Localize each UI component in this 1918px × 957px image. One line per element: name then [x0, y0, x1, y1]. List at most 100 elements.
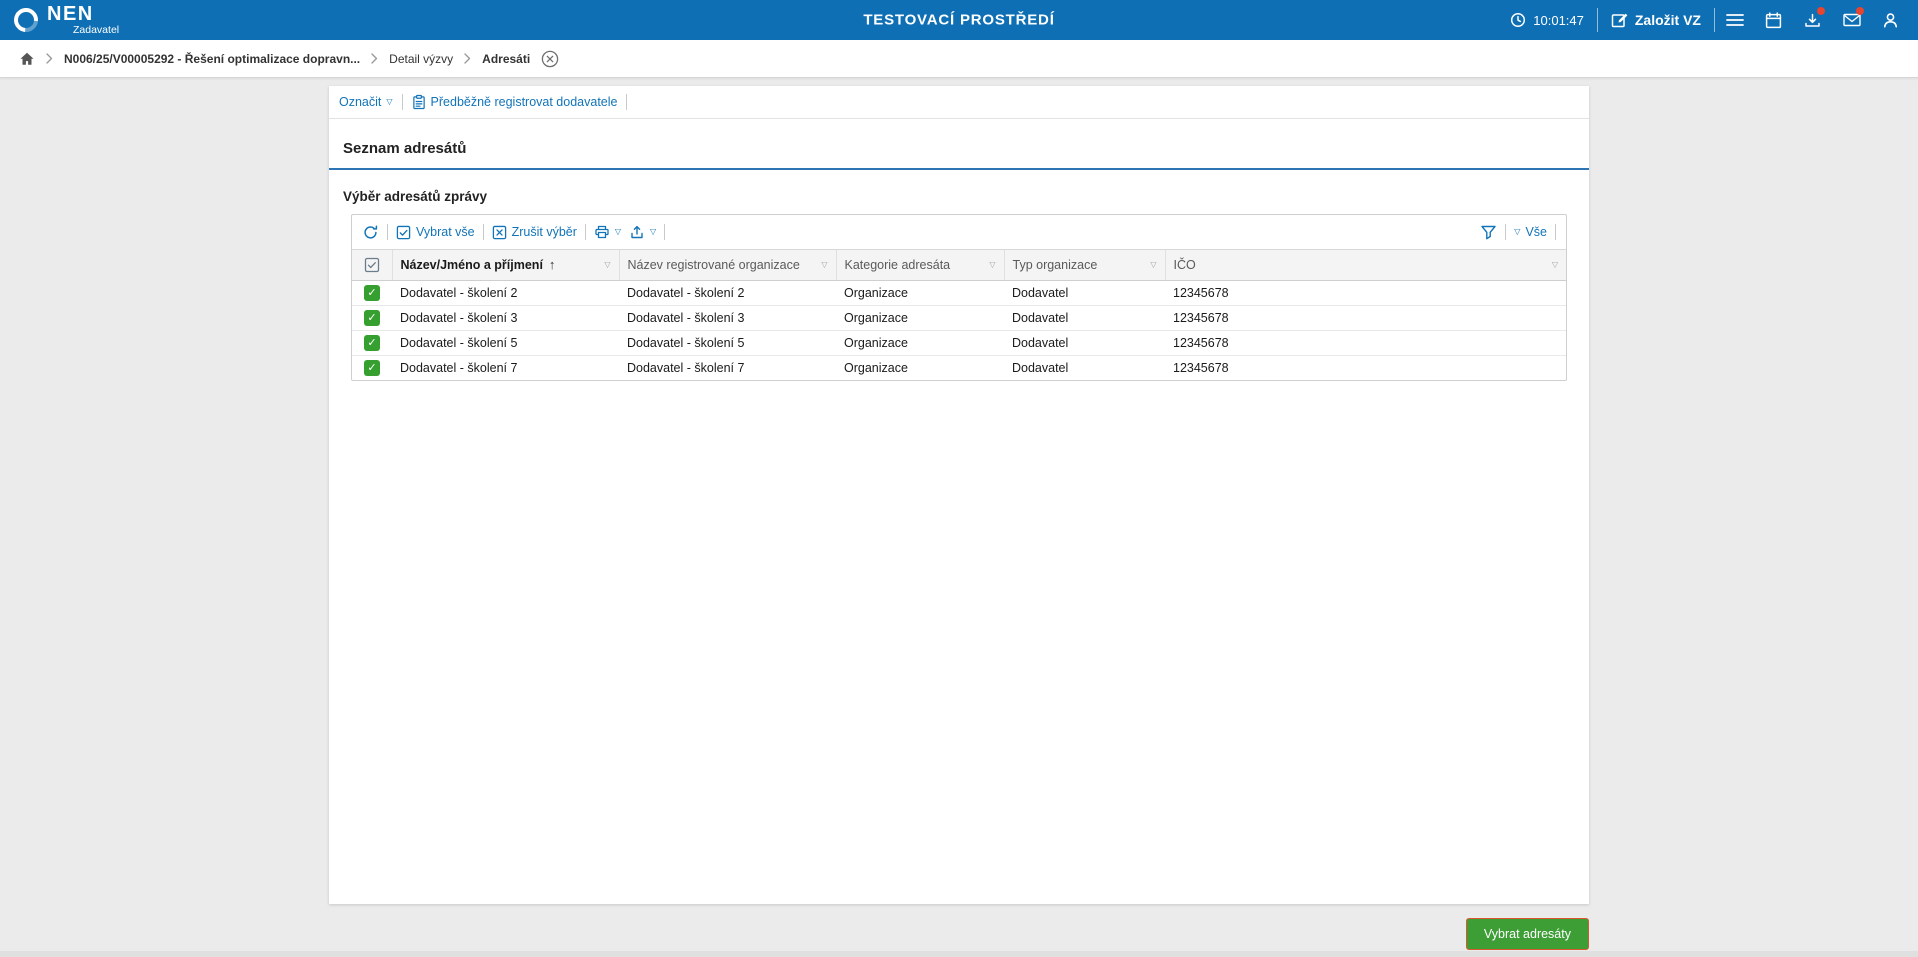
- check-icon: ✓: [367, 312, 377, 324]
- cell-org-type: Dodavatel: [1012, 360, 1069, 375]
- cell-org-type: Dodavatel: [1004, 280, 1165, 306]
- brand-name: NEN: [47, 3, 94, 26]
- select-recipients-button[interactable]: Vybrat adresáty: [1465, 918, 1589, 950]
- create-vz-button[interactable]: Založit VZ: [1598, 12, 1714, 29]
- main-panel: Označit ▽ Předběžně registrovat dodavate…: [329, 86, 1589, 904]
- preregister-supplier-button[interactable]: Předběžně registrovat dodavatele: [412, 94, 617, 110]
- column-header-org-type[interactable]: Typ organizace ▽: [1004, 250, 1166, 281]
- notification-badge: [1856, 7, 1864, 15]
- filter-caret-icon[interactable]: ▽: [989, 260, 995, 269]
- separator: [1505, 224, 1507, 240]
- cell-ico: 12345678: [1165, 330, 1566, 356]
- select-all-column-icon: [364, 257, 380, 273]
- nen-logo[interactable]: NEN Zadavatel: [9, 3, 119, 37]
- separator: [664, 224, 666, 240]
- column-label: IČO: [1173, 257, 1196, 272]
- mark-label: Označit: [339, 95, 382, 109]
- clear-selection-label: Zrušit výběr: [511, 225, 577, 239]
- row-checkbox[interactable]: ✓: [364, 334, 380, 351]
- refresh-button[interactable]: [362, 224, 379, 241]
- sort-ascending-icon: ↑: [548, 257, 556, 273]
- row-checkbox[interactable]: ✓: [364, 309, 380, 326]
- person-icon: [1882, 12, 1899, 29]
- mark-dropdown[interactable]: Označit ▽: [339, 95, 393, 109]
- cell-org-type: Dodavatel: [1004, 305, 1165, 331]
- filter-scope-dropdown[interactable]: ▽ Vše: [1514, 225, 1547, 239]
- cell-registered-org: Dodavatel - školení 5: [619, 330, 836, 356]
- envelope-icon: [1842, 13, 1861, 27]
- breadcrumb-item-procurement[interactable]: N006/25/V00005292 - Řešení optimalizace …: [64, 52, 360, 66]
- column-header-ico[interactable]: IČO ▽: [1165, 250, 1566, 281]
- chevron-right-icon: [464, 53, 471, 64]
- topbar-actions: 10:01:47 Založit VZ: [1497, 0, 1910, 40]
- calendar-button[interactable]: [1754, 0, 1793, 40]
- print-dropdown[interactable]: ▽: [594, 224, 621, 240]
- filter-caret-icon[interactable]: ▽: [821, 260, 827, 269]
- cell-ico: 12345678: [1165, 280, 1566, 306]
- clear-selection-button[interactable]: Zrušit výběr: [492, 225, 577, 240]
- cell-category: Organizace: [836, 280, 1004, 306]
- grid-toolbar: Vybrat vše Zrušit výběr ▽ ▽ ▽ Vše: [352, 215, 1566, 250]
- column-header-category[interactable]: Kategorie adresáta ▽: [836, 250, 1005, 281]
- chevron-down-icon: ▽: [650, 227, 657, 236]
- chevron-down-icon: ▽: [386, 97, 393, 106]
- select-all-button[interactable]: Vybrat vše: [396, 225, 475, 240]
- clock-icon: [1510, 12, 1526, 28]
- table-row[interactable]: ✓ Dodavatel - školení 7 Dodavatel - škol…: [352, 355, 1566, 380]
- column-header-select[interactable]: [352, 250, 393, 281]
- close-tab-icon[interactable]: [541, 50, 559, 68]
- home-icon[interactable]: [19, 51, 35, 67]
- breadcrumb-item-detail-vyzvy[interactable]: Detail výzvy: [389, 52, 453, 66]
- filter-caret-icon[interactable]: ▽: [1150, 260, 1156, 269]
- column-header-registered-org[interactable]: Název registrované organizace ▽: [619, 250, 837, 281]
- row-checkbox[interactable]: ✓: [364, 284, 380, 301]
- export-dropdown[interactable]: ▽: [629, 224, 656, 240]
- column-label: Název/Jméno a příjmení: [400, 257, 543, 272]
- cell-name: Dodavatel - školení 7: [400, 360, 518, 375]
- page-title: Seznam adresátů: [343, 140, 467, 157]
- breadcrumb-item-adresati[interactable]: Adresáti: [482, 52, 530, 66]
- column-label: Kategorie adresáta: [844, 257, 951, 272]
- column-label: Název registrované organizace: [627, 257, 800, 272]
- clipboard-icon: [412, 94, 426, 110]
- filter-caret-icon[interactable]: ▽: [1552, 260, 1558, 269]
- chevron-down-icon: ▽: [1514, 227, 1521, 236]
- messages-button[interactable]: [1832, 0, 1871, 40]
- separator: [1555, 224, 1556, 240]
- checkbox-cross-icon: [492, 225, 507, 240]
- recipients-table: Název/Jméno a příjmení ↑ ▽ Název registr…: [352, 250, 1566, 380]
- cell-org-type: Dodavatel: [1004, 330, 1165, 356]
- table-row[interactable]: ✓ Dodavatel - školení 3 Dodavatel - škol…: [352, 305, 1566, 331]
- edit-icon: [1611, 12, 1628, 29]
- separator: [401, 94, 403, 110]
- profile-button[interactable]: [1871, 0, 1910, 40]
- checkbox-checked-icon: [396, 225, 411, 240]
- filter-caret-icon[interactable]: ▽: [604, 260, 610, 269]
- downloads-button[interactable]: [1793, 0, 1832, 40]
- row-checkbox[interactable]: ✓: [364, 359, 380, 376]
- cell-name: Dodavatel - školení 3: [392, 305, 619, 331]
- topbar: NEN Zadavatel TESTOVACÍ PROSTŘEDÍ 10:01:…: [0, 0, 1918, 40]
- filter-button[interactable]: [1480, 224, 1497, 240]
- select-all-label: Vybrat vše: [416, 225, 475, 239]
- column-header-name[interactable]: Název/Jméno a příjmení ↑ ▽: [392, 250, 620, 281]
- session-time[interactable]: 10:01:47: [1497, 12, 1597, 28]
- check-icon: ✓: [367, 287, 377, 299]
- cell-registered-org: Dodavatel - školení 2: [619, 280, 836, 306]
- menu-button[interactable]: [1715, 0, 1754, 40]
- breadcrumb: N006/25/V00005292 - Řešení optimalizace …: [0, 40, 1918, 78]
- cell-category: Organizace: [836, 305, 1004, 331]
- table-row[interactable]: ✓ Dodavatel - školení 5 Dodavatel - škol…: [352, 330, 1566, 356]
- section-header: Seznam adresátů: [329, 119, 1589, 170]
- separator: [584, 224, 586, 240]
- bottom-strip: [0, 951, 1918, 957]
- separator: [626, 94, 628, 110]
- chevron-right-icon: [46, 53, 53, 64]
- column-label: Typ organizace: [1012, 257, 1098, 272]
- session-time-value: 10:01:47: [1533, 12, 1584, 28]
- environment-title: TESTOVACÍ PROSTŘEDÍ: [863, 11, 1055, 29]
- calendar-icon: [1765, 11, 1782, 29]
- subsection-title: Výběr adresátů zprávy: [343, 189, 488, 204]
- cell-registered-org: Dodavatel - školení 7: [627, 360, 745, 375]
- table-row[interactable]: ✓ Dodavatel - školení 2 Dodavatel - škol…: [352, 280, 1566, 306]
